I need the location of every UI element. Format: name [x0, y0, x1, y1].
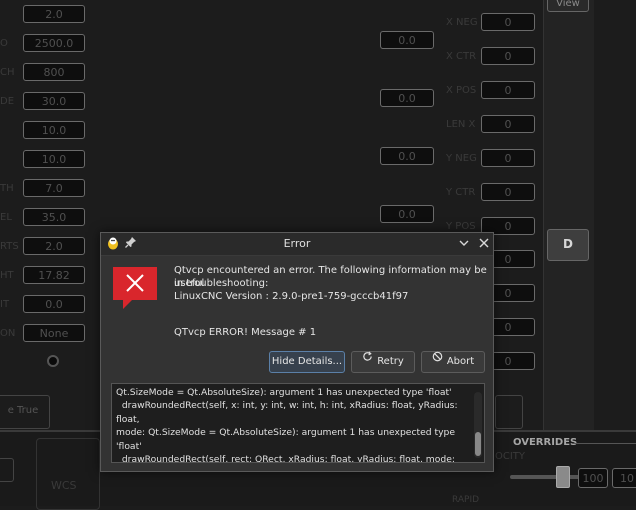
override-value-field[interactable]: 100	[578, 468, 608, 488]
left-label: RTS	[0, 241, 19, 252]
linuxcnc-version: LinuxCNC Version : 2.9.0-pre1-759-gcccb4…	[174, 291, 409, 302]
probe-field[interactable]: 0	[481, 47, 535, 65]
mid-field[interactable]: 0.0	[380, 31, 434, 49]
details-scrollbar-thumb[interactable]	[475, 432, 481, 456]
left-field[interactable]: None	[23, 324, 85, 342]
left-field[interactable]: 10.0	[23, 121, 85, 139]
left-label: O	[0, 38, 8, 49]
left-field[interactable]: 2.0	[23, 237, 85, 255]
abort-button[interactable]: Abort	[421, 351, 485, 373]
left-field[interactable]: 7.0	[23, 179, 85, 197]
probe-field[interactable]: 0	[481, 183, 535, 201]
small-box	[0, 458, 14, 482]
true-button[interactable]: e True	[0, 395, 50, 429]
error-icon	[113, 267, 157, 315]
dialog-title: Error	[283, 237, 311, 250]
retry-label: Retry	[377, 356, 404, 367]
left-field[interactable]: 10.0	[23, 150, 85, 168]
probe-label: X POS	[446, 85, 477, 96]
probe-label: Y NEG	[446, 153, 477, 164]
retry-button[interactable]: Retry	[351, 351, 415, 373]
error-dialog: Error Qtvcp encountered an error. The fo…	[100, 232, 494, 472]
probe-label: Y POS	[446, 221, 476, 232]
ocity-label: OCITY	[495, 451, 526, 462]
right-panel	[543, 0, 594, 430]
collapse-chevron-icon[interactable]	[458, 237, 470, 252]
error-details-textbox[interactable]: Qt.SizeMode = Qt.AbsoluteSize): argument…	[111, 383, 485, 463]
left-label: CH	[0, 67, 15, 78]
left-field[interactable]: 2500.0	[23, 34, 85, 52]
probe-field[interactable]: 0	[481, 13, 535, 31]
side-button[interactable]	[495, 395, 523, 429]
left-label: HT	[0, 270, 14, 281]
error-details-text: Qt.SizeMode = Qt.AbsoluteSize): argument…	[116, 387, 458, 463]
details-scrollbar[interactable]	[474, 392, 482, 458]
error-message-line2: in troubleshooting:	[174, 278, 269, 289]
override-slider-track[interactable]	[510, 475, 582, 479]
probe-label: LEN X	[446, 119, 476, 130]
probe-field[interactable]: 0	[481, 149, 535, 167]
mid-field[interactable]: 0.0	[380, 147, 434, 165]
overrides-divider	[574, 443, 636, 444]
view-button[interactable]: View	[547, 0, 589, 12]
left-label: ON	[0, 328, 16, 339]
left-label: IT	[0, 299, 10, 310]
overrides-label: OVERRIDES	[513, 437, 578, 448]
dialog-titlebar: Error	[101, 233, 493, 256]
probe-label: X NEG	[446, 17, 478, 28]
left-field[interactable]: 17.82	[23, 266, 85, 284]
override-slider-handle[interactable]	[556, 466, 570, 488]
hide-details-button[interactable]: Hide Details...	[269, 351, 345, 373]
error-message-number: QTvcp ERROR! Message # 1	[174, 327, 317, 338]
probe-field[interactable]: 0	[481, 81, 535, 99]
left-label: EL	[0, 212, 12, 223]
left-field[interactable]: 2.0	[23, 5, 85, 23]
probe-label: Y CTR	[446, 187, 476, 198]
mid-field[interactable]: 0.0	[380, 89, 434, 107]
wcs-panel: WCS	[36, 438, 100, 510]
left-label: DE	[0, 96, 15, 107]
override-value-field-2[interactable]: 10	[612, 468, 636, 488]
abort-icon	[432, 350, 443, 370]
d-button[interactable]: D	[547, 229, 589, 261]
wcs-label: WCS	[51, 479, 77, 492]
abort-label: Abort	[446, 356, 475, 367]
probe-field[interactable]: 0	[481, 115, 535, 133]
left-field[interactable]: 0.0	[23, 295, 85, 313]
retry-icon	[362, 350, 373, 370]
close-icon[interactable]	[478, 237, 490, 252]
probe-label: X CTR	[446, 51, 477, 62]
left-label: TH	[0, 183, 14, 194]
left-field[interactable]: 800	[23, 63, 85, 81]
mid-field[interactable]: 0.0	[380, 205, 434, 223]
left-field[interactable]: 30.0	[23, 92, 85, 110]
left-field[interactable]: 35.0	[23, 208, 85, 226]
status-led-icon	[47, 355, 59, 367]
